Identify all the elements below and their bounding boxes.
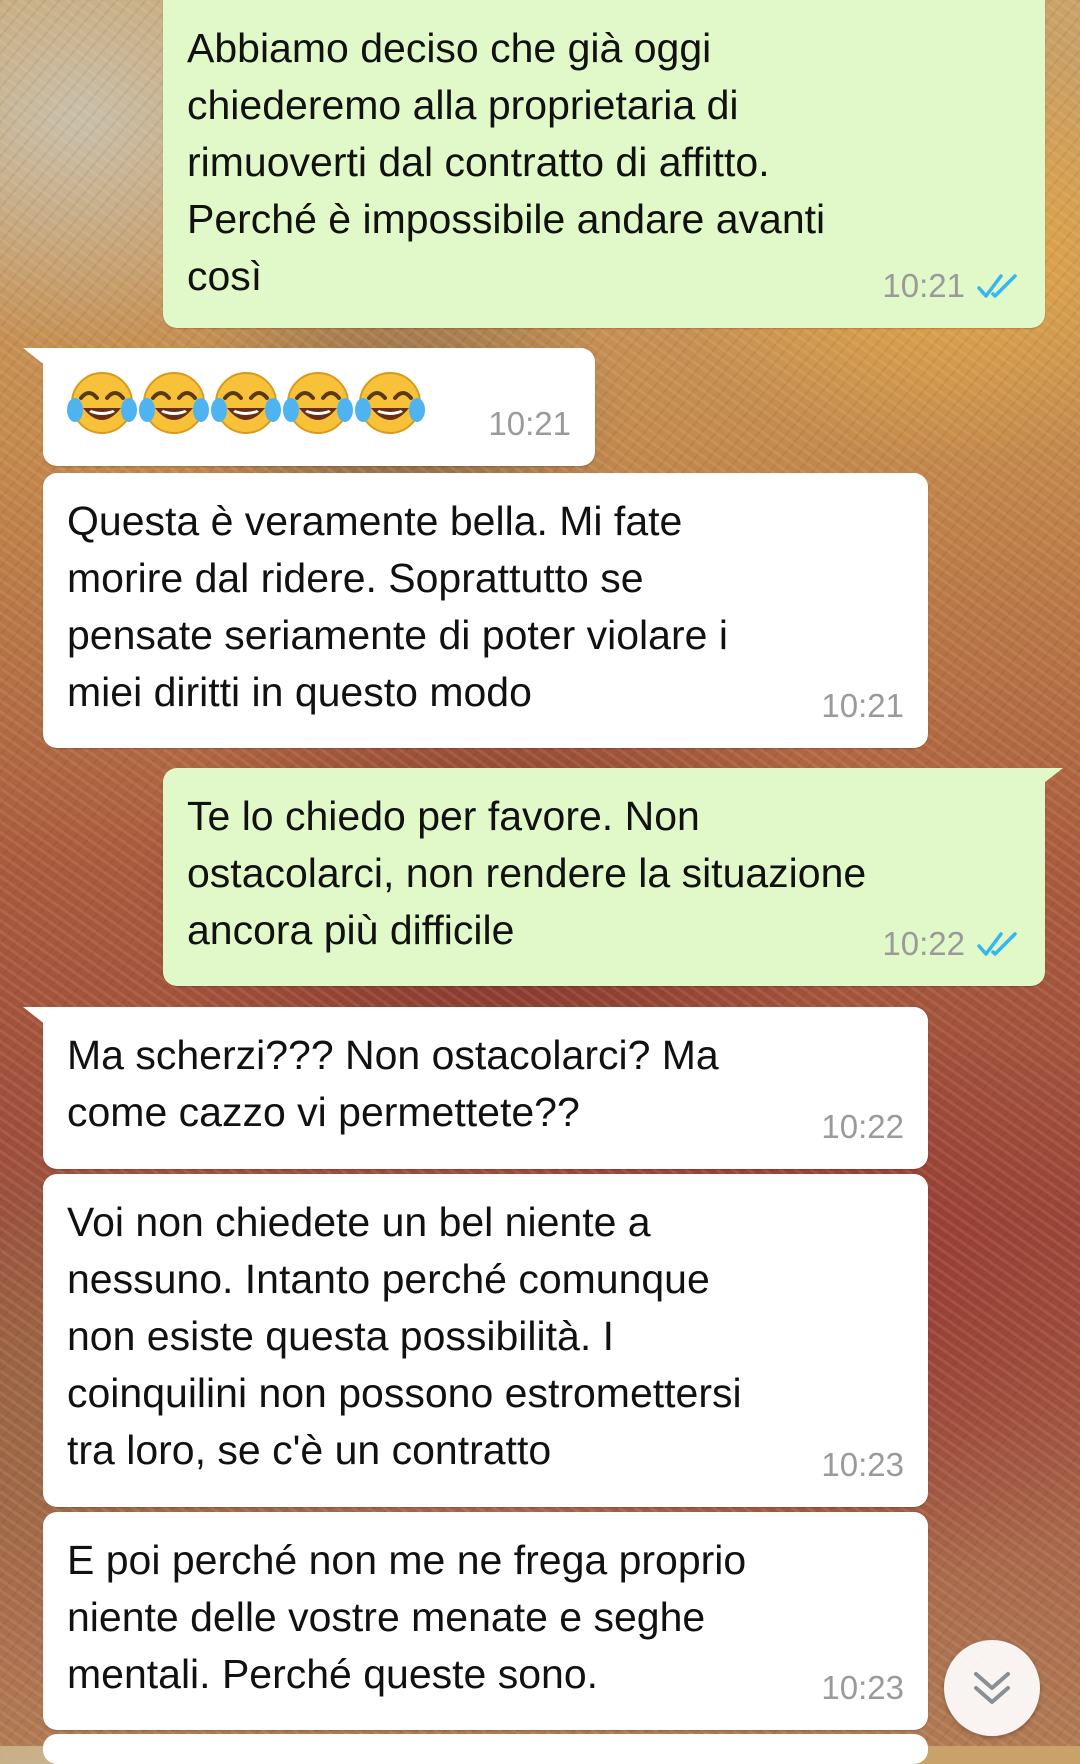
message-meta: 10:21 [821,677,904,734]
message-time: 10:23 [821,1446,904,1483]
message-time: 10:21 [882,267,965,304]
face-with-tears-of-joy-icon [211,372,281,434]
message-bubble-outgoing[interactable]: Te lo chiedo per favore. Non ostacolarci… [163,768,1063,986]
message-text: Questa è veramente bella. Mi fate morire… [67,498,728,715]
message-bubble-outgoing[interactable]: Abbiamo deciso che già oggi chiederemo a… [163,0,1045,328]
message-text: E poi perché non me ne frega proprio nie… [67,1537,747,1697]
message-bubble-partial[interactable] [43,1734,928,1764]
message-bubble-incoming[interactable]: Questa è veramente bella. Mi fate morire… [43,473,928,748]
message-bubble-incoming[interactable]: Voi non chiedete un bel niente a nessuno… [43,1174,928,1507]
message-time: 10:23 [821,1669,904,1706]
message-text: Voi non chiedete un bel niente a nessuno… [67,1199,742,1473]
message-bubble-incoming[interactable]: 10:21 [23,348,595,466]
message-time: 10:22 [821,1108,904,1145]
scroll-to-bottom-button[interactable] [944,1640,1040,1736]
message-bubble-incoming[interactable]: E poi perché non me ne frega proprio nie… [43,1512,928,1730]
face-with-tears-of-joy-icon [67,372,137,434]
message-time: 10:21 [488,405,571,442]
message-meta: 10:23 [821,1436,904,1493]
face-with-tears-of-joy-icon [355,372,425,434]
bubble-tail [1035,768,1063,790]
message-bubble-incoming[interactable]: Ma scherzi??? Non ostacolarci? Ma come c… [23,1007,928,1169]
bubble-tail [23,348,51,370]
double-check-icon [977,273,1017,298]
message-meta: 10:21 [882,257,1021,314]
message-meta: 10:21 [488,395,571,452]
message-time: 10:21 [821,687,904,724]
face-with-tears-of-joy-icon [283,372,353,434]
message-meta: 10:23 [821,1659,904,1716]
message-meta: 10:22 [821,1098,904,1155]
message-meta: 10:22 [882,915,1021,972]
double-check-icon [977,931,1017,956]
message-text: Ma scherzi??? Non ostacolarci? Ma come c… [67,1032,719,1135]
chevron-double-down-icon [974,1672,1010,1704]
chat-area[interactable]: Abbiamo deciso che già oggi chiederemo a… [0,0,1080,1764]
bubble-tail [23,1007,51,1029]
face-with-tears-of-joy-icon [139,372,209,434]
message-time: 10:22 [882,925,965,962]
